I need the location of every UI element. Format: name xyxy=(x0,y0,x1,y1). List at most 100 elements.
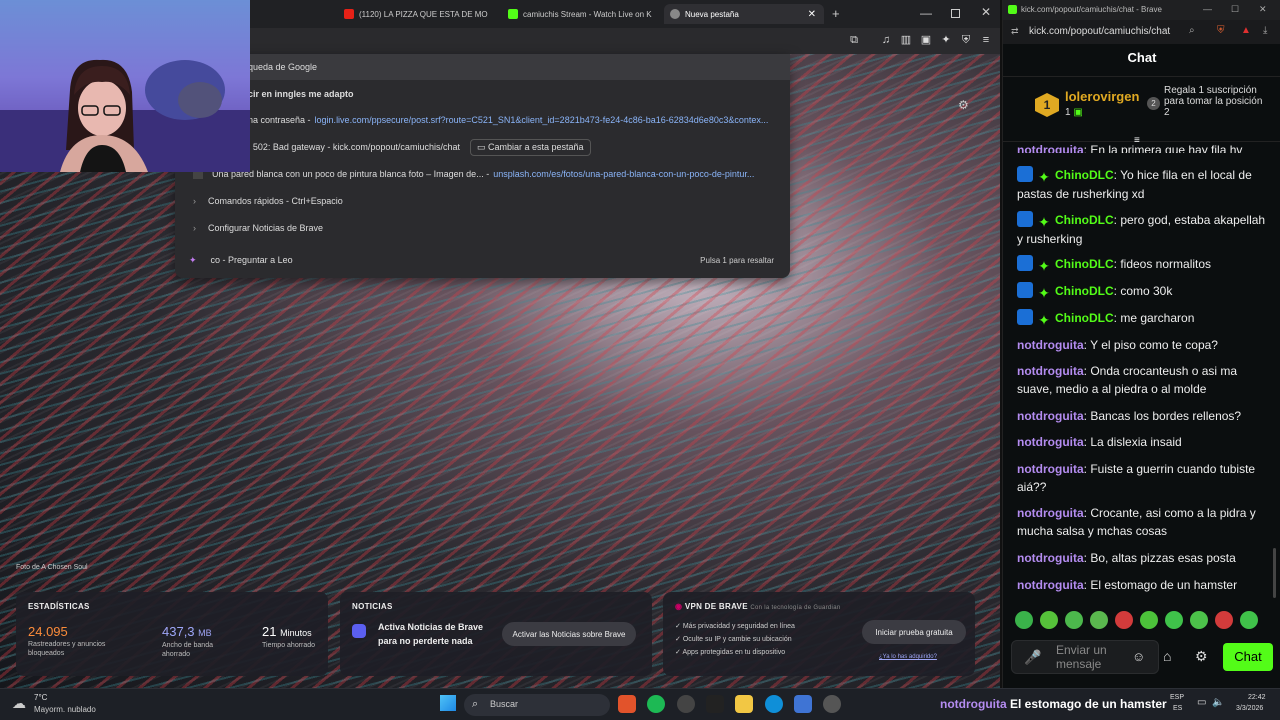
language-indicator[interactable]: ESP xyxy=(1170,694,1184,701)
activate-news-button[interactable]: Activar las Noticias sobre Brave xyxy=(502,622,636,646)
clock-date[interactable]: 3/3/2026 xyxy=(1236,705,1263,712)
emote-icon[interactable] xyxy=(1190,611,1208,629)
chat-username[interactable]: ChinoDLC xyxy=(1055,311,1114,325)
emote-icon[interactable] xyxy=(1090,611,1108,629)
network-icon[interactable]: ▭ xyxy=(1197,697,1206,708)
close-window-button[interactable]: ✕ xyxy=(1259,4,1267,15)
switch-to-tab-button[interactable]: ▭ Cambiar a esta pestaña xyxy=(469,138,591,156)
leo-hint: Pulsa 1 para resaltar xyxy=(700,255,774,265)
start-trial-button[interactable]: Iniciar prueba gratuita xyxy=(862,620,966,644)
emote-icon[interactable] xyxy=(1115,611,1133,629)
address-bar[interactable]: ⇄ kick.com/popout/camiuchis/chat ⌕ ⛨ ▲ ⤓ xyxy=(1003,20,1280,44)
omnibox-suggestion[interactable]: queda de Google xyxy=(175,54,790,80)
gift-sub-prompt[interactable]: Regala 1 suscripción para tomar la posic… xyxy=(1164,85,1269,118)
site-info-icon[interactable]: ⇄ xyxy=(1011,26,1019,37)
settings-gear-icon[interactable]: ⚙ xyxy=(1195,648,1208,665)
screenshot-icon[interactable]: ⧉ xyxy=(848,34,860,46)
vpn-features: ✓ Más privacidad y seguridad en línea ✓ … xyxy=(675,623,795,656)
moderator-badge-icon xyxy=(1017,255,1033,271)
minimize-button[interactable]: — xyxy=(1203,4,1212,14)
suggestion-text: cir en inngles me adapto xyxy=(248,89,354,99)
windows-start-icon[interactable] xyxy=(440,695,456,711)
chat-username[interactable]: notdroguita xyxy=(1017,143,1084,153)
edge-taskbar-icon[interactable] xyxy=(765,695,783,713)
music-icon[interactable]: ♫ xyxy=(880,34,892,46)
tab-title: Nueva pestaña xyxy=(685,9,739,19)
chat-username[interactable]: notdroguita xyxy=(1017,551,1084,565)
omnibox-suggestion[interactable]: | 502: Bad gateway - kick.com/popout/cam… xyxy=(175,134,790,160)
volume-icon[interactable]: 🔈 xyxy=(1212,697,1224,708)
maximize-button[interactable]: ☐ xyxy=(1231,4,1239,15)
close-tab-icon[interactable]: ✕ xyxy=(808,9,816,20)
emote-icon[interactable] xyxy=(1215,611,1233,629)
omnibox-suggestion[interactable]: Una pared blanca con un poco de pintura … xyxy=(175,161,790,187)
maximize-button[interactable] xyxy=(951,9,960,18)
weather-temp[interactable]: 7°C xyxy=(34,693,47,702)
shop-icon[interactable]: ⌂ xyxy=(1163,648,1171,664)
chat-scrollbar[interactable] xyxy=(1273,548,1276,598)
chat-username[interactable]: ChinoDLC xyxy=(1055,257,1114,271)
emoji-icon[interactable]: ☺ xyxy=(1132,649,1145,664)
weather-desc[interactable]: Mayorm. nublado xyxy=(34,705,96,714)
tab-youtube[interactable]: (1120) LA PIZZA QUE ESTA DE MODA xyxy=(338,4,488,24)
leo-suggestion[interactable]: ✦ co - Preguntar a Leo Pulsa 1 para resa… xyxy=(175,247,790,273)
language-sub[interactable]: ES xyxy=(1173,705,1182,712)
spotify-taskbar-icon[interactable] xyxy=(647,695,665,713)
omnibox-suggestion[interactable]: › Comandos rápidos - Ctrl+Espacio xyxy=(175,188,790,214)
chat-username[interactable]: notdroguita xyxy=(1017,506,1084,520)
emote-icon[interactable] xyxy=(1015,611,1033,629)
chat-username[interactable]: notdroguita xyxy=(1017,435,1084,449)
leo-icon[interactable]: ✦ xyxy=(940,34,952,46)
chat-username[interactable]: ChinoDLC xyxy=(1055,213,1114,227)
chat-text: Yo hice fila en el local de pastas de ru… xyxy=(1017,168,1252,201)
clock-time[interactable]: 22:42 xyxy=(1248,694,1266,701)
search-icon[interactable]: ⌕ xyxy=(1189,25,1195,36)
brave-shield-icon[interactable]: ⛨ xyxy=(1217,25,1225,36)
omnibox-suggestion[interactable]: na contraseña - login.live.com/ppsecure/… xyxy=(175,107,790,133)
chat-username[interactable]: notdroguita xyxy=(1017,462,1084,476)
bandwidth-stat: 437,3 MB Ancho de banda ahorrado xyxy=(162,624,213,658)
chat-username[interactable]: ChinoDLC xyxy=(1055,168,1114,182)
chat-username[interactable]: notdroguita xyxy=(1017,409,1084,423)
download-icon[interactable]: ⤓ xyxy=(1263,25,1267,36)
menu-icon[interactable]: ≡ xyxy=(980,34,992,46)
omnibox-suggestion[interactable]: cir en inngles me adapto xyxy=(175,81,790,107)
tab-kick[interactable]: camiuchis Stream - Watch Live on Kick xyxy=(502,4,652,24)
chat-username[interactable]: notdroguita xyxy=(1017,578,1084,592)
close-window-button[interactable]: ✕ xyxy=(981,5,991,19)
app-taskbar-icon[interactable] xyxy=(706,695,724,713)
emote-icon[interactable] xyxy=(1065,611,1083,629)
already-purchased-link[interactable]: ¿Ya lo has adquirido? xyxy=(879,654,937,660)
photo-credit[interactable]: Foto de A Chosen Soul xyxy=(16,564,88,571)
vpn-card: ◉ VPN DE BRAVE Con la tecnología de Guar… xyxy=(663,592,975,676)
notepad-taskbar-icon[interactable] xyxy=(794,695,812,713)
emote-icon[interactable] xyxy=(1040,611,1058,629)
vpn-icon[interactable]: ⛨ xyxy=(960,34,972,46)
leader-username[interactable]: lolerovirgen xyxy=(1065,89,1139,104)
new-tab-button[interactable]: + xyxy=(832,6,840,21)
tab-new-tab[interactable]: Nueva pestaña ✕ xyxy=(664,4,824,24)
settings-gear-icon[interactable]: ⚙ xyxy=(958,98,969,112)
wallet-icon[interactable]: ▣ xyxy=(920,34,932,46)
sidebar-icon[interactable]: ▥ xyxy=(900,34,912,46)
chat-username[interactable]: notdroguita xyxy=(1017,338,1084,352)
chat-text: El estomago de un hamster xyxy=(1090,578,1238,592)
taskbar-search[interactable]: ⌕ Buscar xyxy=(464,694,610,716)
microphone-icon[interactable]: 🎤 xyxy=(1024,649,1041,666)
weather-icon[interactable]: ☁ xyxy=(12,695,26,712)
brave-taskbar-icon[interactable] xyxy=(618,695,636,713)
omnibox-suggestion[interactable]: › Configurar Noticias de Brave xyxy=(175,215,790,241)
minimize-button[interactable]: — xyxy=(920,6,932,20)
obs-taskbar-icon[interactable] xyxy=(677,695,695,713)
chat-username[interactable]: ChinoDLC xyxy=(1055,284,1114,298)
chat-username[interactable]: notdroguita xyxy=(1017,364,1084,378)
emote-icon[interactable] xyxy=(1140,611,1158,629)
chat-input[interactable]: 🎤 Enviar un mensaje ☺ xyxy=(1011,640,1159,674)
send-chat-button[interactable]: Chat xyxy=(1223,643,1273,671)
emote-icon[interactable] xyxy=(1165,611,1183,629)
chat-text: Y el piso como te copa? xyxy=(1090,338,1218,352)
settings-taskbar-icon[interactable] xyxy=(823,695,841,713)
file-explorer-taskbar-icon[interactable] xyxy=(735,695,753,713)
rewards-icon[interactable]: ▲ xyxy=(1241,25,1251,36)
emote-icon[interactable] xyxy=(1240,611,1258,629)
